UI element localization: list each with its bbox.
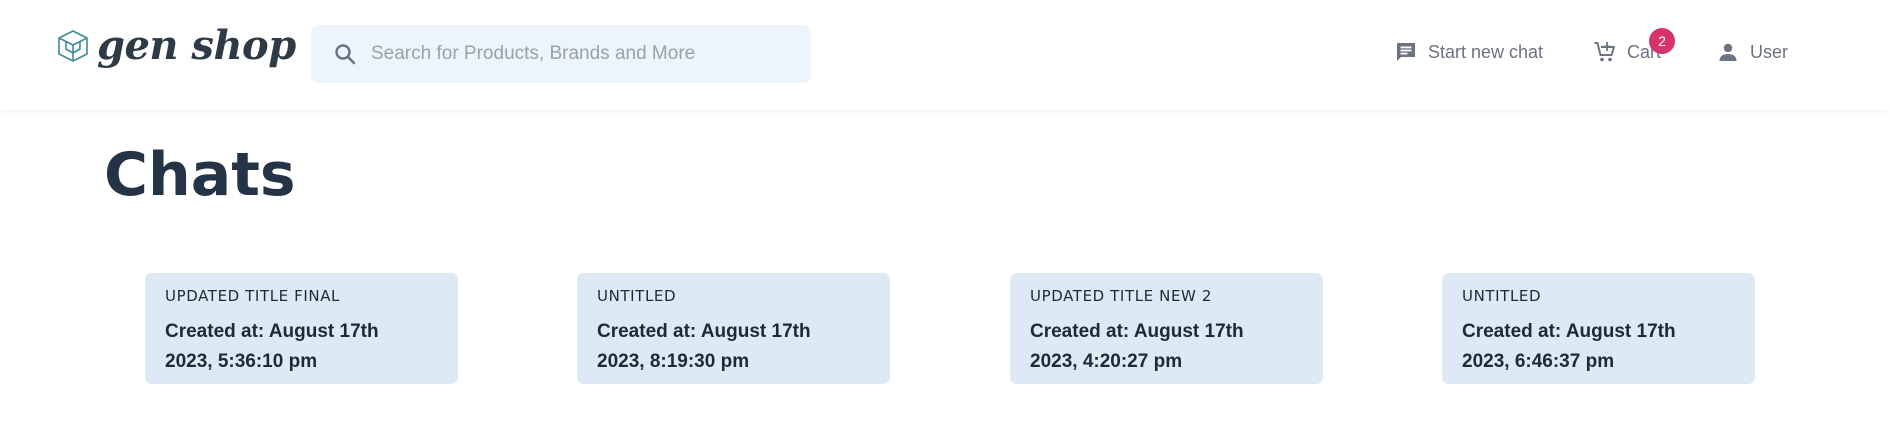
chat-card[interactable]: UNTITLED Created at: August 17th 2023, 8… <box>577 273 890 384</box>
chat-created-line-2: 2023, 8:19:30 pm <box>597 351 750 372</box>
start-new-chat-label: Start new chat <box>1428 41 1544 62</box>
chat-created-at: Created at: August 17th 2023, 4:20:27 pm <box>1030 317 1303 377</box>
chat-created-line-2: 2023, 4:20:27 pm <box>1030 351 1183 372</box>
chat-title: UPDATED TITLE FINAL <box>165 287 341 305</box>
logo-icon <box>58 29 88 62</box>
cart-icon <box>1594 42 1615 62</box>
chat-title: UPDATED TITLE NEW 2 <box>1030 287 1212 305</box>
chat-created-line-2: 2023, 6:46:37 pm <box>1462 351 1615 372</box>
chat-card[interactable]: UPDATED TITLE FINAL Created at: August 1… <box>145 273 458 384</box>
search-input[interactable] <box>371 43 791 65</box>
chat-title: UNTITLED <box>597 287 677 305</box>
chat-created-line-1: Created at: August 17th <box>1030 321 1244 342</box>
user-icon <box>1719 43 1737 61</box>
chat-card[interactable]: UNTITLED Created at: August 17th 2023, 6… <box>1442 273 1755 384</box>
chat-icon <box>1397 43 1415 61</box>
search-icon[interactable] <box>333 42 357 66</box>
user-menu-button[interactable]: User <box>1716 40 1788 64</box>
cart-count-badge: 2 <box>1649 28 1675 54</box>
chat-created-line-1: Created at: August 17th <box>1462 321 1676 342</box>
chat-created-at: Created at: August 17th 2023, 5:36:10 pm <box>165 317 438 377</box>
top-navigation-bar: gen shop Start new chat Cart 2 <box>0 0 1889 110</box>
logo-text: gen shop <box>97 22 296 69</box>
chat-created-at: Created at: August 17th 2023, 8:19:30 pm <box>597 317 870 377</box>
page-title: Chats <box>104 140 296 210</box>
chat-created-line-1: Created at: August 17th <box>597 321 811 342</box>
chat-created-line-2: 2023, 5:36:10 pm <box>165 351 318 372</box>
chat-created-at: Created at: August 17th 2023, 6:46:37 pm <box>1462 317 1735 377</box>
logo[interactable]: gen shop <box>57 22 296 69</box>
search-bar <box>311 25 811 83</box>
user-label: User <box>1750 41 1789 62</box>
chat-created-line-1: Created at: August 17th <box>165 321 379 342</box>
chat-title: UNTITLED <box>1462 287 1542 305</box>
start-new-chat-button[interactable]: Start new chat <box>1394 40 1543 64</box>
chat-card[interactable]: UPDATED TITLE NEW 2 Created at: August 1… <box>1010 273 1323 384</box>
